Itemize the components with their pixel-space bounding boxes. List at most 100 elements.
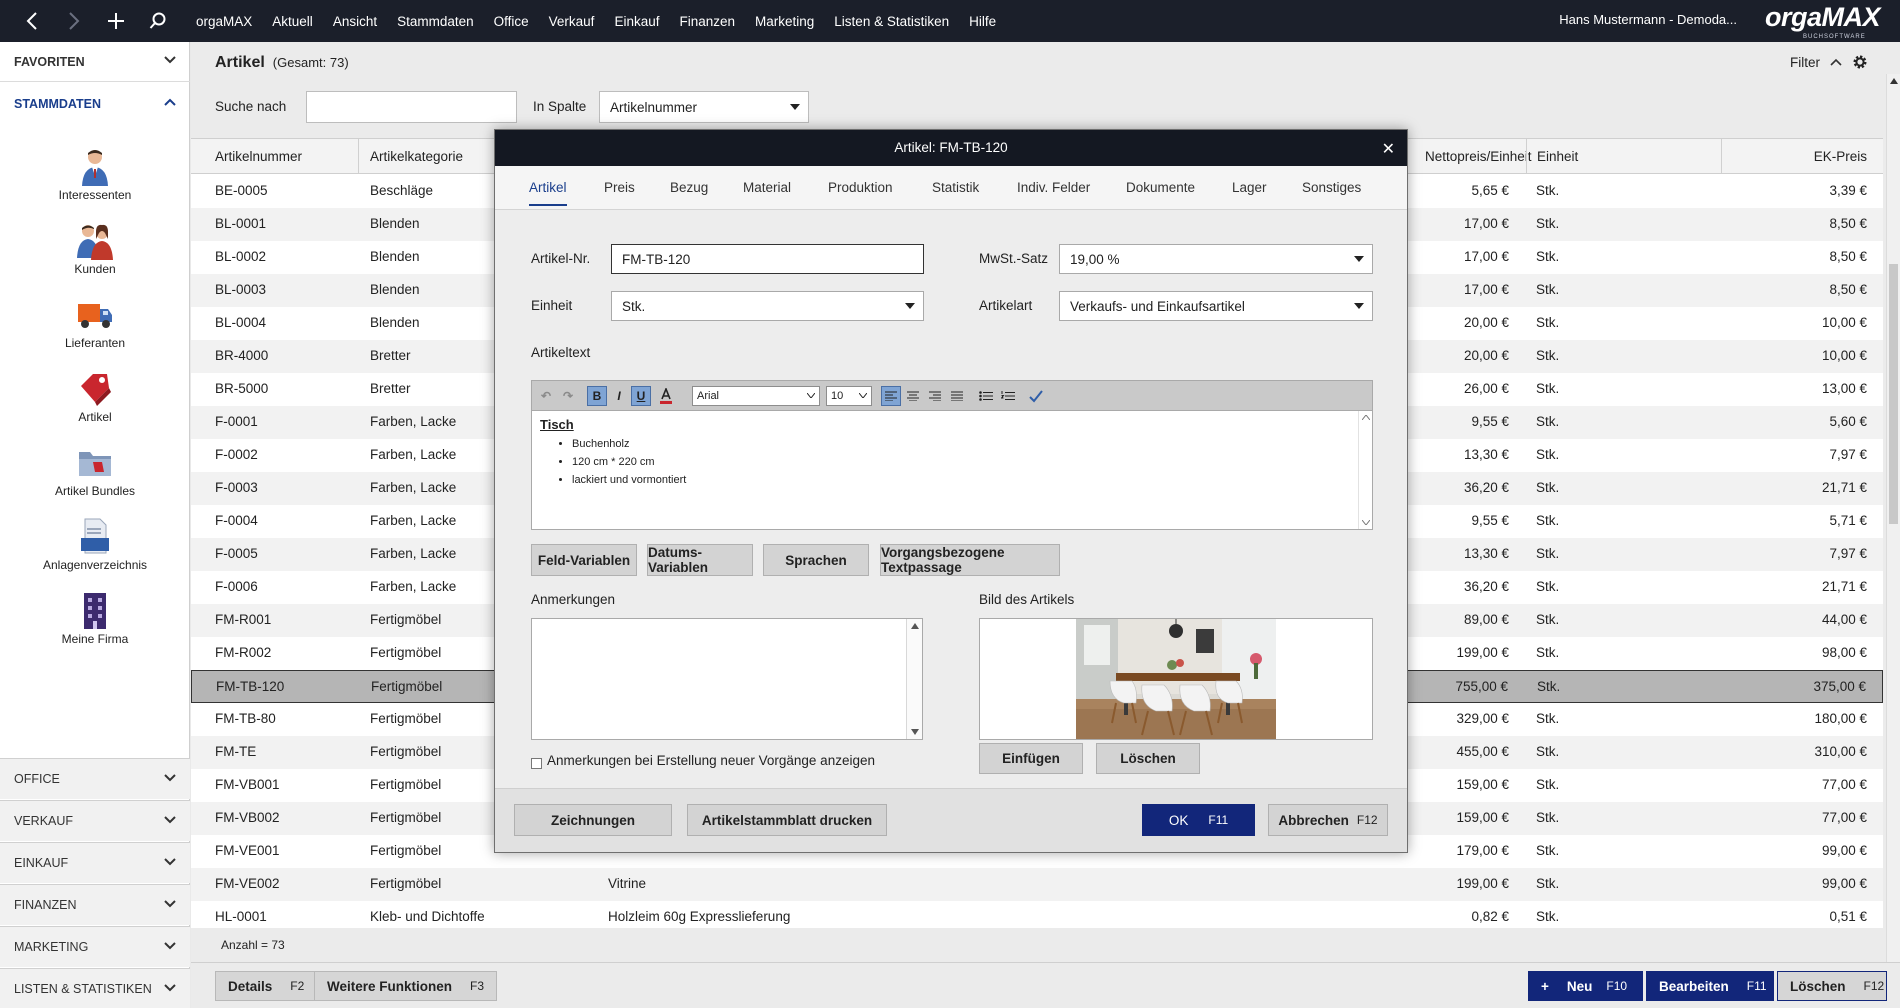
vorgangsbezogene-textpassage-button[interactable]: Vorgangsbezogene Textpassage [880,544,1060,576]
back-icon[interactable] [18,0,46,42]
sidebar-item-artikel[interactable]: Artikel [0,368,190,438]
sidebar-item-meine-firma[interactable]: Meine Firma [0,590,190,660]
zeichnungen-button[interactable]: Zeichnungen [514,804,672,836]
align-justify-icon[interactable] [947,386,967,406]
font-color-icon[interactable] [656,386,676,406]
editor-content[interactable]: Tisch Buchenholz 120 cm * 220 cm lackier… [540,417,686,492]
chevron-up-icon[interactable] [1362,415,1370,420]
tab-produktion[interactable]: Produktion [828,180,893,204]
tab-artikel[interactable]: Artikel [529,180,567,206]
editor-scrollbar[interactable] [1358,411,1372,529]
sidebar-section-listen-statistiken[interactable]: LISTEN & STATISTIKEN [0,968,190,1008]
column-select[interactable]: Artikelnummer [599,91,809,123]
tab-sonstiges[interactable]: Sonstiges [1302,180,1361,204]
user-name[interactable]: Hans Mustermann - Demoda... [1559,12,1737,27]
feld-variablen-button[interactable]: Feld-Variablen [531,544,637,576]
italic-icon[interactable]: I [609,386,629,406]
sidebar-section-marketing[interactable]: MARKETING [0,926,190,967]
tab-bezug[interactable]: Bezug [670,180,708,204]
bearbeiten-button[interactable]: Bearbeiten F11 [1646,971,1774,1001]
sidebar-item-kunden[interactable]: Kunden [0,220,190,290]
scroll-thumb[interactable] [1889,264,1898,524]
header-ek-preis[interactable]: EK-Preis [1814,149,1867,164]
anmerkungen-checkbox[interactable] [531,758,542,769]
header-nettopreis[interactable]: Nettopreis/Einheit [1425,149,1532,164]
menu-einkauf[interactable]: Einkauf [614,14,659,29]
sidebar-item-artikel-bundles[interactable]: Artikel Bundles [0,442,190,512]
align-left-icon[interactable] [881,386,901,406]
table-row[interactable]: HL-0001 Kleb- und Dichtoffe Holzleim 60g E… [191,901,1883,934]
column-divider[interactable] [1526,139,1527,173]
ok-button[interactable]: OK F11 [1142,804,1255,836]
artikelnr-input[interactable]: FM-TB-120 [611,244,924,274]
spellcheck-icon[interactable] [1026,386,1046,406]
tab-statistik[interactable]: Statistik [932,180,979,204]
vertical-scrollbar[interactable] [1886,74,1900,1004]
menu-hilfe[interactable]: Hilfe [969,14,996,29]
menu-finanzen[interactable]: Finanzen [679,14,735,29]
align-right-icon[interactable] [925,386,945,406]
column-divider[interactable] [358,139,359,173]
close-icon[interactable]: ✕ [1382,139,1395,159]
menu-orgamax[interactable]: orgaMAX [196,14,252,29]
sidebar-section-verkauf[interactable]: VERKAUF [0,800,190,841]
chevron-down-icon[interactable] [1362,520,1370,525]
menu-aktuell[interactable]: Aktuell [272,14,313,29]
menu-ansicht[interactable]: Ansicht [333,14,377,29]
redo-icon[interactable]: ↷ [558,386,578,406]
sidebar-item-interessenten[interactable]: Interessenten [0,146,190,216]
menu-marketing[interactable]: Marketing [755,14,814,29]
datums-variablen-button[interactable]: Datums-Variablen [647,544,753,576]
neu-button[interactable]: + Neu F10 [1528,971,1643,1001]
sidebar-section-finanzen[interactable]: FINANZEN [0,884,190,925]
menu-stammdaten[interactable]: Stammdaten [397,14,474,29]
anmerkungen-scrollbar[interactable] [906,619,922,739]
sidebar-item-anlagenverzeichnis[interactable]: Anlagenverzeichnis [0,516,190,586]
einheit-select[interactable]: Stk. [611,291,924,321]
font-size-select[interactable]: 10 [826,386,872,406]
sidebar-section-einkauf[interactable]: EINKAUF [0,842,190,883]
loeschen-button[interactable]: Löschen F12 [1777,971,1887,1001]
details-button[interactable]: Details F2 [215,971,318,1001]
sprachen-button[interactable]: Sprachen [763,544,869,576]
column-divider[interactable] [1721,139,1722,173]
search-input[interactable] [306,91,517,123]
abbrechen-button[interactable]: Abbrechen F12 [1268,804,1388,836]
tab-dokumente[interactable]: Dokumente [1126,180,1195,204]
sidebar-favoriten[interactable]: FAVORITEN [0,42,190,82]
sidebar-stammdaten[interactable]: STAMMDATEN [0,84,190,124]
undo-icon[interactable]: ↶ [536,386,556,406]
einfuegen-button[interactable]: Einfügen [979,743,1083,774]
forward-icon[interactable] [60,0,88,42]
menu-verkauf[interactable]: Verkauf [549,14,595,29]
tab-material[interactable]: Material [743,180,791,204]
sidebar-item-lieferanten[interactable]: Lieferanten [0,294,190,364]
anmerkungen-textarea[interactable] [531,618,923,740]
tab-lager[interactable]: Lager [1232,180,1267,204]
artikeltext-editor[interactable]: ↶ ↷ B I U Arial 10 Tisch Buchenholz 120 … [531,380,1373,530]
bild-loeschen-button[interactable]: Löschen [1096,743,1200,774]
search-icon[interactable] [144,0,172,42]
underline-icon[interactable]: U [631,386,651,406]
scroll-up-icon[interactable] [911,623,919,629]
gear-icon[interactable] [1852,54,1868,70]
menu-listen-statistiken[interactable]: Listen & Statistiken [834,14,949,29]
numbered-list-icon[interactable] [998,386,1018,406]
header-artikelnummer[interactable]: Artikelnummer [215,149,302,164]
bold-icon[interactable]: B [587,386,607,406]
artikelstammblatt-drucken-button[interactable]: Artikelstammblatt drucken [687,804,887,836]
tab-preis[interactable]: Preis [604,180,635,204]
align-center-icon[interactable] [903,386,923,406]
table-row[interactable]: FM-VE002 Fertigmöbel Vitrine 199,00 € Stk. 99… [191,868,1883,901]
scroll-up-icon[interactable] [1890,78,1898,84]
add-icon[interactable] [102,0,130,42]
bullet-list-icon[interactable] [976,386,996,406]
tab-indiv-felder[interactable]: Indiv. Felder [1017,180,1090,204]
sidebar-section-office[interactable]: OFFICE [0,758,190,799]
font-family-select[interactable]: Arial [692,386,820,406]
header-einheit[interactable]: Einheit [1537,149,1578,164]
artikelart-select[interactable]: Verkaufs- und Einkaufsartikel [1059,291,1373,321]
menu-office[interactable]: Office [494,14,529,29]
weitere-funktionen-button[interactable]: Weitere Funktionen F3 [314,971,498,1001]
scroll-down-icon[interactable] [911,729,919,735]
